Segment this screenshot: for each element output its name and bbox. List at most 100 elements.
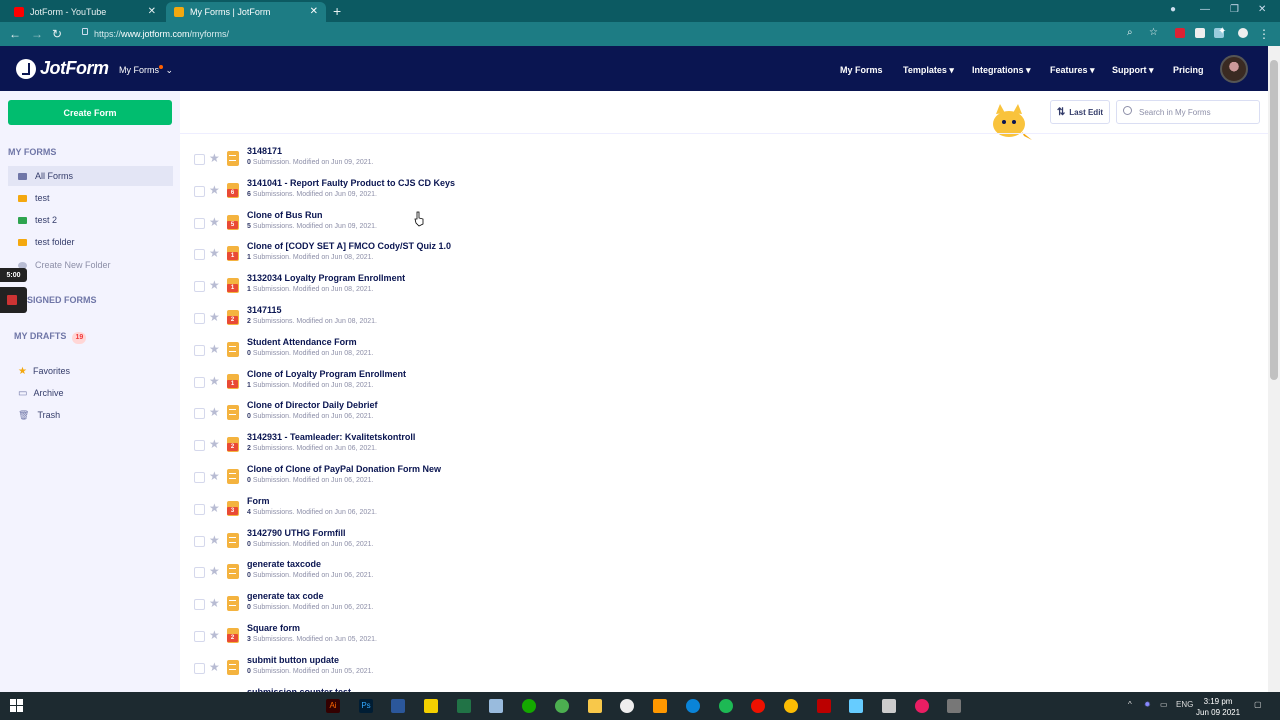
select-checkbox[interactable] bbox=[194, 662, 205, 674]
close-window-icon[interactable]: ✕ bbox=[1258, 4, 1266, 15]
favorite-star-icon[interactable]: ★ bbox=[209, 246, 220, 260]
nav-features[interactable]: Features ▾ bbox=[1050, 65, 1095, 76]
edge-icon[interactable] bbox=[686, 699, 700, 713]
nav-my-forms[interactable]: My Forms bbox=[840, 65, 883, 75]
form-title[interactable]: 3147115 bbox=[247, 305, 282, 315]
photoshop-icon[interactable]: Ps bbox=[359, 699, 373, 713]
user-avatar[interactable] bbox=[1220, 55, 1248, 83]
sticky-notes-icon[interactable] bbox=[424, 699, 438, 713]
sidebar-folder-test[interactable]: test bbox=[8, 188, 173, 208]
back-icon[interactable]: ← bbox=[9, 27, 21, 41]
form-row[interactable]: ★ 3142790 UTHG Formfill 0 Submission. Modi… bbox=[180, 527, 1268, 559]
extensions-puzzle-icon[interactable]: ✦ bbox=[1218, 26, 1228, 37]
tab-youtube[interactable]: JotForm - YouTube ✕ bbox=[6, 2, 164, 22]
nav-pricing[interactable]: Pricing bbox=[1173, 65, 1204, 75]
jotform-logo[interactable]: JotForm bbox=[16, 58, 109, 79]
favorite-star-icon[interactable]: ★ bbox=[209, 596, 220, 610]
form-title[interactable]: 3148171 bbox=[247, 146, 282, 156]
select-checkbox[interactable] bbox=[194, 154, 205, 165]
favorite-star-icon[interactable]: ★ bbox=[209, 405, 220, 419]
reload-icon[interactable]: ↻ bbox=[52, 27, 62, 41]
tray-app-icon[interactable]: ✹ bbox=[1144, 700, 1151, 709]
select-checkbox[interactable] bbox=[194, 567, 205, 579]
opera-icon[interactable] bbox=[751, 699, 765, 713]
favorite-star-icon[interactable]: ★ bbox=[209, 151, 220, 165]
minimize-icon[interactable]: — bbox=[1200, 4, 1210, 15]
form-row[interactable]: ★ 1 Clone of [CODY SET A] FMCO Cody/ST Qui… bbox=[180, 240, 1268, 272]
create-new-folder-button[interactable]: Create New Folder bbox=[8, 255, 173, 275]
select-checkbox[interactable] bbox=[194, 344, 205, 356]
page-scrollbar[interactable] bbox=[1268, 46, 1280, 692]
select-checkbox[interactable] bbox=[194, 408, 205, 420]
form-title[interactable]: Clone of [CODY SET A] FMCO Cody/ST Quiz … bbox=[247, 241, 451, 251]
url-field[interactable]: https://www.jotform.com/myforms/ bbox=[80, 26, 1100, 42]
favorite-star-icon[interactable]: ★ bbox=[209, 215, 220, 229]
form-row[interactable]: ★ Clone of Director Daily Debrief 0 Submis… bbox=[180, 399, 1268, 431]
form-title[interactable]: Clone of Director Daily Debrief bbox=[247, 400, 378, 410]
word-icon[interactable] bbox=[391, 699, 405, 713]
notifications-icon[interactable]: ▢ bbox=[1254, 700, 1262, 709]
select-checkbox[interactable] bbox=[194, 185, 205, 197]
app-icon[interactable] bbox=[620, 699, 634, 713]
favorite-star-icon[interactable]: ★ bbox=[209, 437, 220, 451]
select-checkbox[interactable] bbox=[194, 249, 205, 261]
bookmark-star-icon[interactable]: ☆ bbox=[1149, 27, 1158, 38]
extension-red-icon[interactable] bbox=[1175, 28, 1185, 38]
form-title[interactable]: Clone of Bus Run bbox=[247, 210, 323, 220]
favorite-star-icon[interactable]: ★ bbox=[209, 374, 220, 388]
form-title[interactable]: 3132034 Loyalty Program Enrollment bbox=[247, 273, 405, 283]
form-title[interactable]: submit button update bbox=[247, 655, 339, 665]
select-checkbox[interactable] bbox=[194, 503, 205, 515]
app-icon[interactable] bbox=[489, 699, 503, 713]
my-drafts-heading[interactable]: MY DRAFTS 19 bbox=[14, 331, 87, 344]
my-forms-dropdown[interactable]: My Forms ⌄ bbox=[119, 65, 173, 76]
favorite-star-icon[interactable]: ★ bbox=[209, 278, 220, 292]
favorite-star-icon[interactable]: ★ bbox=[209, 183, 220, 197]
form-row[interactable]: ★ submit button update 0 Submission. Modif… bbox=[180, 654, 1268, 686]
file-explorer-icon[interactable] bbox=[588, 699, 602, 713]
forward-icon[interactable]: → bbox=[31, 27, 43, 41]
select-checkbox[interactable] bbox=[194, 472, 205, 483]
select-checkbox[interactable] bbox=[194, 631, 205, 642]
sublime-icon[interactable] bbox=[653, 699, 667, 713]
form-title[interactable]: 3142931 - Teamleader: Kvalitetskontroll bbox=[247, 432, 415, 442]
network-icon[interactable]: ▭ bbox=[1160, 700, 1168, 709]
sidebar-item-favorites[interactable]: ★ Favorites bbox=[8, 361, 173, 381]
select-checkbox[interactable] bbox=[194, 599, 205, 611]
app-icon[interactable] bbox=[849, 699, 863, 713]
profile-dot-icon[interactable]: ● bbox=[1170, 4, 1176, 15]
form-row[interactable]: ★ 2 Square form 3 Submissions. Modified on … bbox=[180, 622, 1268, 654]
form-row[interactable]: ★ 3 Form 4 Submissions. Modified on Jun 06,… bbox=[180, 495, 1268, 527]
form-title[interactable]: 3142790 UTHG Formfill bbox=[247, 528, 346, 538]
chrome-canary-icon[interactable] bbox=[784, 699, 798, 713]
keyboard-language[interactable]: ENG bbox=[1176, 700, 1193, 709]
form-row[interactable]: ★ 1 3132034 Loyalty Program Enrollment 1 Su… bbox=[180, 272, 1268, 304]
upwork-icon[interactable] bbox=[522, 699, 536, 713]
windows-start-icon[interactable] bbox=[10, 699, 23, 712]
system-clock[interactable]: 3:19 pm Jun 09 2021 bbox=[1196, 696, 1240, 718]
maximize-icon[interactable]: ❐ bbox=[1230, 4, 1239, 15]
sidebar-item-trash[interactable]: 🗑 Trash bbox=[8, 405, 173, 425]
assigned-forms-heading[interactable]: SIGNED FORMS bbox=[27, 295, 97, 305]
form-title[interactable]: 3141041 - Report Faulty Product to CJS C… bbox=[247, 178, 455, 188]
illustrator-icon[interactable]: Ai bbox=[326, 699, 340, 713]
favorite-star-icon[interactable]: ★ bbox=[209, 342, 220, 356]
new-tab-icon[interactable]: + bbox=[333, 3, 341, 19]
form-title[interactable]: Clone of Clone of PayPal Donation Form N… bbox=[247, 464, 441, 474]
stop-recording-button[interactable] bbox=[0, 287, 27, 313]
form-row[interactable]: ★ generate taxcode 0 Submission. Modified … bbox=[180, 558, 1268, 590]
favorite-star-icon[interactable]: ★ bbox=[209, 628, 220, 642]
create-form-button[interactable]: Create Form bbox=[8, 100, 172, 125]
form-row[interactable]: ★ 2 3147115 2 Submissions. Modified on Jun … bbox=[180, 304, 1268, 336]
form-title[interactable]: Clone of Loyalty Program Enrollment bbox=[247, 369, 406, 379]
extension-video-icon[interactable] bbox=[1195, 28, 1205, 38]
form-row[interactable]: ★ 2 3142931 - Teamleader: Kvalitetskontrol… bbox=[180, 431, 1268, 463]
form-row[interactable]: ★ 6 3141041 - Report Faulty Product to CJS… bbox=[180, 177, 1268, 209]
favorite-star-icon[interactable]: ★ bbox=[209, 469, 220, 483]
excel-icon[interactable] bbox=[457, 699, 471, 713]
form-row[interactable]: ★ 5 Clone of Bus Run 5 Submissions. Modifie… bbox=[180, 209, 1268, 241]
favorite-star-icon[interactable]: ★ bbox=[209, 310, 220, 324]
form-row[interactable]: ★ 1 Clone of Loyalty Program Enrollment 1 S… bbox=[180, 368, 1268, 400]
close-tab-icon[interactable]: ✕ bbox=[310, 6, 318, 17]
form-title[interactable]: generate tax code bbox=[247, 591, 324, 601]
